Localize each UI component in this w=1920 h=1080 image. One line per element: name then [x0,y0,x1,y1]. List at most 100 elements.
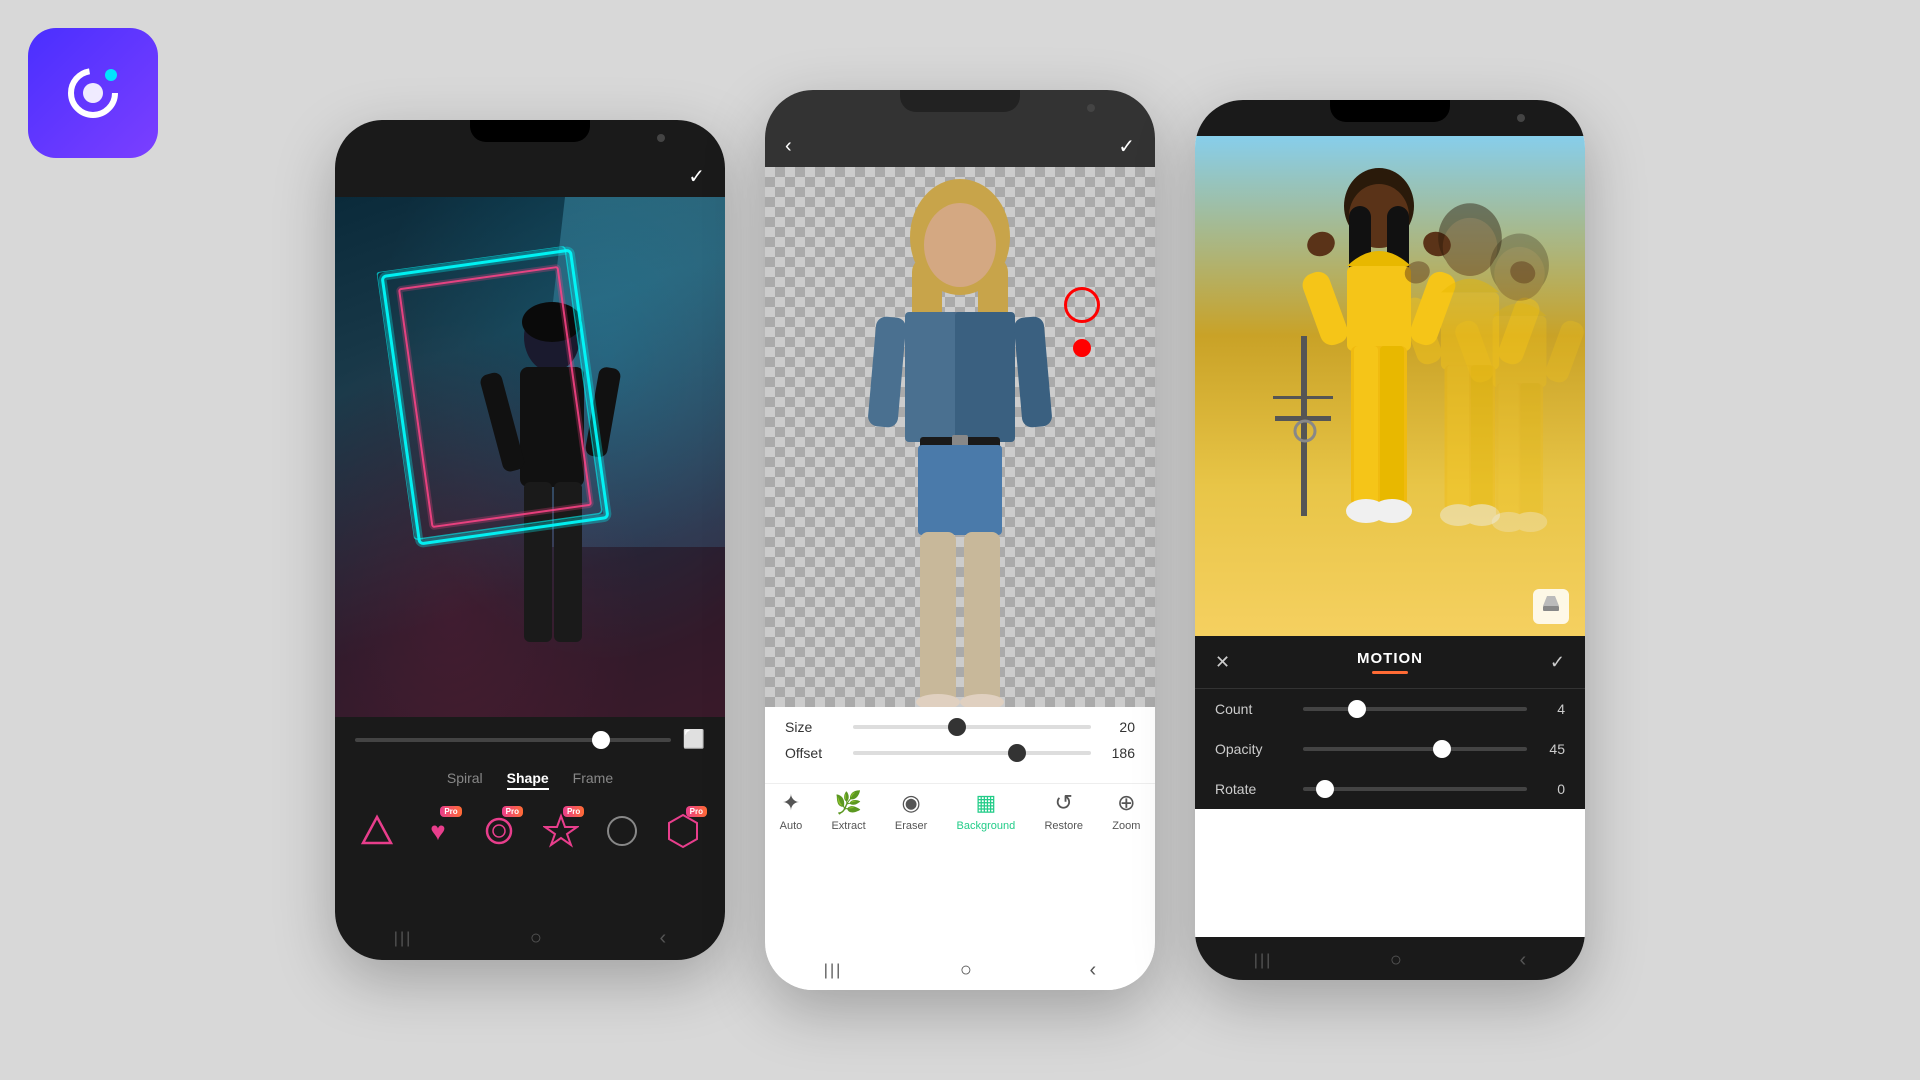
phone2-auto-label: Auto [780,820,803,832]
phone1-shape-heart[interactable]: ♥ Pro [412,804,463,858]
phone1-nav-back[interactable]: ‹ [660,927,667,950]
phone3-count-slider[interactable] [1303,707,1527,711]
phone2-red-dot-circle [1064,287,1100,323]
phone2-tool-background[interactable]: ▦ Background [957,790,1016,832]
phone1-slider-track[interactable] [355,738,671,742]
phone2-status-dot [1087,104,1095,112]
phone3-count-value: 4 [1535,701,1565,717]
phone2-check-button[interactable]: ✓ [1118,134,1135,159]
phone3-rotate-row: Rotate 0 [1195,769,1585,809]
phone2-red-dot-fill [1073,339,1091,357]
phone2-notch [765,90,1155,126]
phone3-photo [1195,136,1585,636]
phone3-controls: ✕ MOTION ✓ Count 4 Opa [1195,636,1585,809]
phone3-woman-ghost2 [1427,206,1585,636]
phone1-shape-circle[interactable]: Pro [474,804,525,858]
phone-2: ‹ ✓ [765,90,1155,990]
phone2-zoom-icon: ⊕ [1117,790,1135,816]
phone3-nav-back[interactable]: ‹ [1520,949,1527,972]
phone1-screen: ⬜ Spiral Shape Frame ♥ Pro [335,197,725,913]
phone2-notch-cutout [900,90,1020,112]
phone2-nav-menu[interactable]: ||| [824,962,842,980]
phone1-pro-badge-star: Pro [563,806,584,817]
phone3-motion-title: MOTION [1357,650,1423,667]
main-container: ✓ [0,0,1920,1080]
phone3-rotate-thumb[interactable] [1316,780,1334,798]
phone3-close-button[interactable]: ✕ [1215,652,1230,673]
phone2-header: ‹ ✓ [765,126,1155,167]
phone3-opacity-row: Opacity 45 [1195,729,1585,769]
phone2-woman [820,177,1100,707]
phone1-notch [335,120,725,156]
phone1-pro-badge-heart: Pro [440,806,461,817]
phone1-tab-spiral[interactable]: Spiral [447,770,483,790]
phone3-nav-menu[interactable]: ||| [1254,952,1272,970]
phone1-shape-items: ♥ Pro Pro Pro [351,800,709,862]
phone2-tool-eraser[interactable]: ◉ Eraser [895,790,927,832]
phone1-eraser-icon[interactable]: ⬜ [683,729,705,750]
phone3-count-label: Count [1215,701,1295,717]
phone1-slider-thumb[interactable] [592,731,610,749]
phone2-background-label: Background [957,820,1016,832]
phone1-shape-tabs: Spiral Shape Frame [351,770,709,790]
phone2-tool-auto[interactable]: ✦ Auto [780,790,803,832]
phone2-offset-slider[interactable] [853,751,1091,755]
phone3-screen: ✕ MOTION ✓ Count 4 Opa [1195,136,1585,937]
phone2-offset-thumb[interactable] [1008,744,1026,762]
phone1-tab-frame[interactable]: Frame [573,770,613,790]
phone3-rotate-value: 0 [1535,781,1565,797]
phone3-opacity-label: Opacity [1215,741,1295,757]
phone2-tool-zoom[interactable]: ⊕ Zoom [1112,790,1140,832]
phone1-nav-home[interactable]: ○ [530,927,542,950]
phone2-offset-label: Offset [785,745,845,761]
phone1-shape-ring[interactable] [596,804,647,858]
phone2-nav-back[interactable]: ‹ [1090,959,1097,982]
phone2-auto-icon: ✦ [782,790,800,816]
phone1-header: ✓ [335,156,725,197]
phone2-restore-label: Restore [1044,820,1083,832]
app-icon[interactable] [28,28,158,158]
phone2-size-thumb[interactable] [948,718,966,736]
phone3-motion-title-container: MOTION [1230,650,1550,674]
phone1-tab-shape[interactable]: Shape [507,770,549,790]
phone1-pro-badge-hex: Pro [686,806,707,817]
phone3-count-row: Count 4 [1195,689,1585,729]
phone3-rotate-slider[interactable] [1303,787,1527,791]
phone2-controls: Size 20 Offset 186 [765,707,1155,783]
phone3-count-thumb[interactable] [1348,700,1366,718]
phone2-background-icon: ▦ [976,790,997,816]
phone3-nav-home[interactable]: ○ [1390,949,1402,972]
phone3-motion-header: ✕ MOTION ✓ [1195,636,1585,689]
phone3-opacity-slider[interactable] [1303,747,1527,751]
phone3-apply-button[interactable]: ✓ [1550,652,1565,673]
phone1-shape-hex[interactable]: Pro [658,804,709,858]
phone3-opacity-value: 45 [1535,741,1565,757]
phone2-nav-home[interactable]: ○ [960,959,972,982]
phone1-bottom-nav: ||| ○ ‹ [335,913,725,960]
phone2-eraser-label: Eraser [895,820,927,832]
phone2-extract-label: Extract [831,820,865,832]
phone2-tool-extract[interactable]: 🌿 Extract [831,790,865,832]
phone1-neon-frame [376,244,613,549]
phone-1: ✓ [335,120,725,960]
phone1-shape-selector: Spiral Shape Frame ♥ Pro [335,762,725,870]
phone1-nav-menu[interactable]: ||| [394,930,412,948]
phone3-motion-underline [1372,671,1408,674]
phone3-erase-tool-icon[interactable] [1533,589,1569,624]
phone1-status-dot [657,134,665,142]
phone1-shape-star[interactable]: Pro [535,804,586,858]
phone2-toolbar: ✦ Auto 🌿 Extract ◉ Eraser ▦ Background ↺ [765,783,1155,842]
phone1-shape-triangle[interactable] [351,804,402,858]
phone3-status-dot [1517,114,1525,122]
phone1-slider-area: ⬜ [335,717,725,762]
phone3-opacity-thumb[interactable] [1433,740,1451,758]
phone2-extract-icon: 🌿 [835,790,862,816]
phone2-size-slider[interactable] [853,725,1091,729]
phone1-check-button[interactable]: ✓ [688,164,705,189]
phone2-tool-restore[interactable]: ↺ Restore [1044,790,1083,832]
phone2-back-button[interactable]: ‹ [785,135,792,158]
phone-3: ✕ MOTION ✓ Count 4 Opa [1195,100,1585,980]
phone2-bottom-nav: ||| ○ ‹ [765,947,1155,990]
phone1-pro-badge-circle: Pro [502,806,523,817]
phone3-rotate-label: Rotate [1215,781,1295,797]
